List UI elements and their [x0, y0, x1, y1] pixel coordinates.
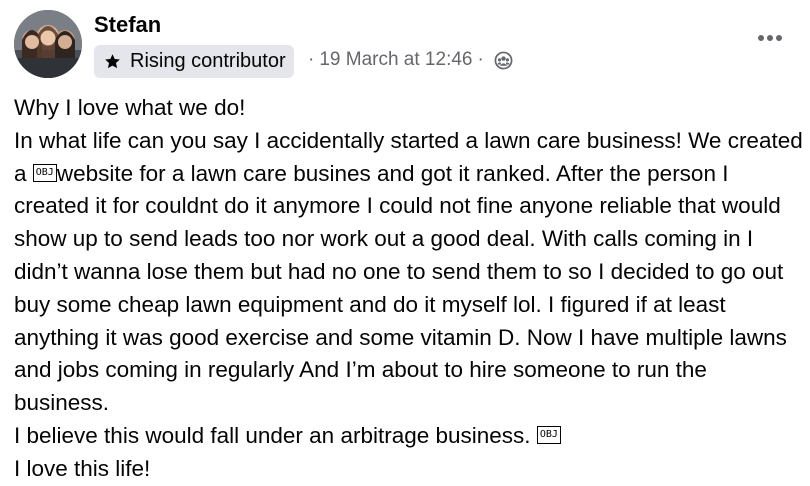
post-line: Why I love what we do! — [14, 95, 246, 120]
group-members-icon[interactable] — [494, 51, 513, 70]
post-line: I love this life! — [14, 455, 151, 481]
badge-label: Rising contributor — [130, 50, 286, 72]
object-replacement-glyph: OBJ — [32, 163, 57, 182]
post-paragraph: In what life can you say I accidentally … — [14, 125, 804, 420]
post-paragraph: I believe this would fall under an arbit… — [14, 420, 804, 453]
post-body: Why I love what we do! In what life can … — [14, 92, 804, 486]
author-name[interactable]: Stefan — [94, 12, 161, 38]
meta-separator: · — [477, 49, 484, 70]
object-replacement-glyph: OBJ — [536, 426, 561, 445]
more-options-icon — [776, 35, 782, 41]
star-icon — [105, 54, 120, 69]
more-options-button[interactable] — [752, 24, 788, 52]
meta-separator: · — [308, 49, 315, 70]
avatar-photo — [14, 10, 82, 78]
post-meta: · 19 March at 12:46 · — [308, 46, 513, 74]
post-timestamp[interactable]: 19 March at 12:46 — [319, 49, 472, 71]
rising-contributor-badge[interactable]: Rising contributor — [94, 45, 294, 78]
post-text: website for a lawn care busines and got … — [14, 160, 787, 416]
author-avatar[interactable] — [14, 10, 82, 78]
post-text: I believe this would fall under an arbit… — [14, 422, 537, 448]
more-options-icon — [767, 35, 773, 41]
more-options-icon — [758, 35, 764, 41]
